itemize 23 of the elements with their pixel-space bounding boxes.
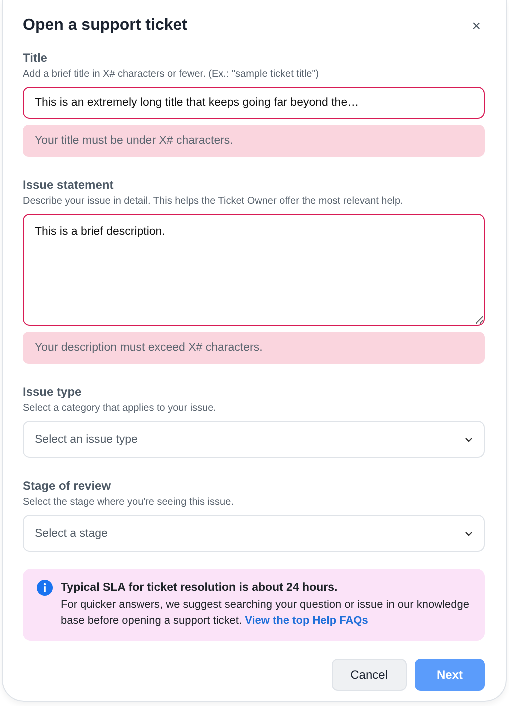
field-label: Stage of review — [23, 479, 112, 493]
field-hint: Select the stage where you're seeing this issue. — [23, 497, 235, 508]
info-icon — [37, 580, 53, 596]
field-label: Issue statement — [23, 178, 115, 192]
dropdown[interactable]: Select a stage — [23, 515, 485, 552]
chevron-down-icon — [465, 530, 473, 536]
cancel-button[interactable]: Cancel — [332, 658, 407, 690]
field-label: Issue type — [23, 385, 83, 399]
error-message: Your description must exceed X# characters. — [23, 332, 485, 364]
field-hint: Describe your issue in detail. This helps the Ticket Owner offer the most relevant help. — [23, 196, 404, 207]
dialog-title: Open a support ticket — [23, 17, 188, 35]
help-faqs-link[interactable]: View the top Help FAQs — [245, 615, 368, 627]
field-hint: Add a brief title in X# characters or fewer. (Ex.: "sample ticket title") — [23, 69, 320, 80]
close-button[interactable]: × — [468, 18, 485, 34]
dropdown[interactable]: Select an issue type — [23, 421, 485, 458]
notice-heading: Typical SLA for ticket resolution is about 24 hours. — [61, 581, 339, 596]
field-label: Title — [23, 51, 48, 65]
chevron-down-icon — [465, 436, 473, 442]
notice-text: For quicker answers, we suggest searching your question or issue in our knowledge base before opening a support ticket. View the top Help FAQs — [61, 598, 470, 629]
title-input[interactable]: This is an extremely long title that keeps going far beyond the… — [23, 87, 485, 119]
error-message: Your title must be under X# characters. — [23, 125, 485, 157]
field-hint: Select a category that applies to your issue. — [23, 403, 218, 414]
description-textarea[interactable]: This is a brief description. — [23, 214, 485, 326]
